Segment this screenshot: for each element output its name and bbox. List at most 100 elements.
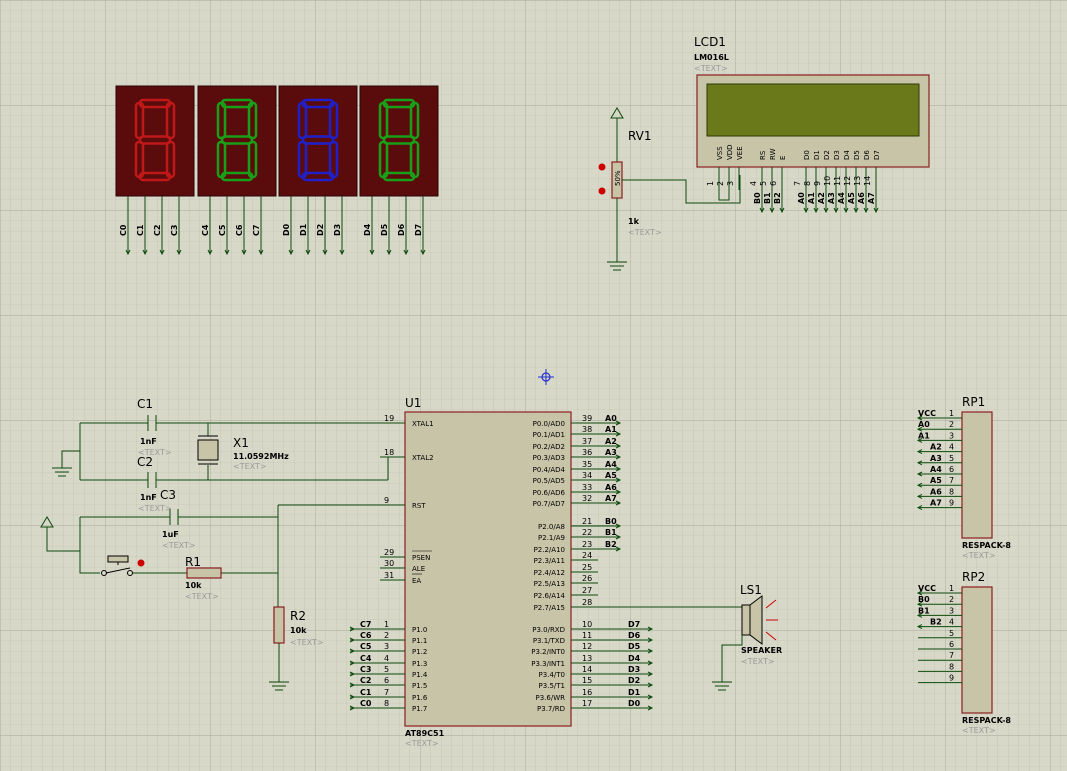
u1-pin-name: P2.2/A10 (534, 546, 565, 554)
u1-pin-name: P3.4/T0 (539, 671, 565, 679)
r2-text-placeholder: <TEXT> (290, 638, 324, 647)
u1-net-label: C0 (360, 699, 372, 708)
u1-pin-name: P2.7/A15 (534, 604, 565, 612)
ls1-model: SPEAKER (741, 646, 782, 655)
u1-pin-number: 9 (384, 496, 389, 505)
u1-pin-name: P0.7/AD7 (533, 500, 565, 508)
u1-net-label: D5 (628, 642, 641, 651)
rp2-ref: RP2 (962, 570, 985, 584)
u1-net-label: D3 (628, 665, 640, 674)
schematic-canvas[interactable]: C0 C1 C2 C3 C4 C5 C6 C7 D0 D1 D2 D3 D4 D5 D6 D7 LCD1 LM… (0, 0, 1067, 771)
u1-pin-number: 38 (582, 425, 592, 434)
pack-pin-number: 2 (949, 420, 954, 429)
rv1-down-indicator[interactable] (598, 187, 606, 195)
u1-net-label: C3 (360, 665, 371, 674)
pack-net-label: A3 (930, 454, 942, 463)
c2-text-placeholder: <TEXT> (138, 504, 172, 513)
seven-seg-pin-label: D5 (380, 223, 389, 236)
u1-ref: U1 (405, 396, 421, 410)
r1-value: 10k (185, 581, 202, 590)
u1-pin-number: 2 (384, 631, 389, 640)
u1-net-label: D4 (628, 654, 641, 663)
u1-net-label: A0 (605, 414, 617, 423)
pack-pin-number: 1 (949, 409, 954, 418)
u1-pin-number: 3 (384, 642, 389, 651)
u1-pin-number: 28 (582, 598, 592, 607)
u1-pin-name: P0.1/AD1 (533, 431, 565, 439)
lcd-net-label: B2 (773, 192, 782, 204)
lcd-pin-number: 1 (706, 181, 715, 186)
pack-pin-number: 7 (949, 651, 954, 660)
u1-pin-number: 25 (582, 563, 592, 572)
seven-seg-pin-label: D3 (333, 224, 342, 236)
pack-pin-number: 1 (949, 584, 954, 593)
u1-pin-name: PSEN (412, 554, 430, 562)
c3-text-placeholder: <TEXT> (162, 541, 196, 550)
seven-seg-pin-label: C5 (218, 224, 227, 236)
rp2-body (961, 586, 993, 714)
u1-pin-name: P2.0/A8 (538, 523, 565, 531)
lcd-pin-label: VEE (736, 146, 744, 160)
u1-pin-name: P0.0/AD0 (533, 420, 565, 428)
lcd-pin-label: D3 (833, 150, 841, 160)
u1-pin-number: 33 (582, 483, 592, 492)
u1-net-label: A3 (605, 448, 617, 457)
reset-button-indicator[interactable] (137, 559, 145, 567)
u1-pin-name: P1.2 (412, 648, 427, 656)
lcd-pin-number: 12 (843, 176, 852, 186)
lcd-pin-number: 13 (853, 176, 862, 186)
lcd-pin-number: 7 (793, 181, 802, 186)
u1-pin-number: 39 (582, 414, 592, 423)
seven-seg-pin-label: D0 (282, 223, 291, 236)
u1-pin-name: P3.6/WR (536, 694, 566, 702)
u1-pin-number: 8 (384, 699, 389, 708)
u1-pin-name: P3.3/INT1 (531, 660, 565, 668)
pack-pin-number: 3 (949, 606, 954, 615)
pack-pin-number: 5 (949, 454, 954, 463)
x1-ref: X1 (233, 436, 249, 450)
u1-pin-name: P1.6 (412, 694, 428, 702)
u1-net-label: C2 (360, 676, 371, 685)
rv1-up-indicator[interactable] (598, 163, 606, 171)
rp1-body (961, 411, 993, 539)
lcd-net-label: A7 (867, 192, 876, 204)
rp2-model: RESPACK-8 (962, 716, 1011, 725)
u1-pin-name: P1.1 (412, 637, 427, 645)
u1-pin-number: 30 (384, 559, 394, 568)
ls1-ref: LS1 (740, 583, 762, 597)
lcd-pin-label: RS (759, 150, 767, 160)
pack-net-label: A7 (930, 499, 942, 508)
lcd-net-label: A6 (857, 192, 866, 204)
u1-pin-name: P2.5/A13 (534, 580, 565, 588)
u1-pin-number: 16 (582, 688, 592, 697)
u1-pin-name: P0.5/AD5 (533, 477, 565, 485)
pack-net-label: A6 (930, 487, 942, 496)
pack-net-label: A5 (930, 476, 942, 485)
u1-net-label: C6 (360, 631, 372, 640)
u1-pin-number: 29 (384, 548, 394, 557)
u1-pin-number: 32 (582, 494, 592, 503)
u1-text-placeholder: <TEXT> (405, 739, 439, 748)
seven-seg-pin-label: D6 (397, 223, 406, 236)
u1-net-label: C7 (360, 620, 371, 629)
lcd-pin-number: 10 (823, 176, 832, 186)
pack-pin-number: 5 (949, 629, 954, 638)
u1-pin-name: XTAL1 (412, 420, 434, 428)
u1-net-label: A6 (605, 483, 617, 492)
pack-pin-number: 9 (949, 674, 954, 683)
ls1-text-placeholder: <TEXT> (741, 657, 775, 666)
u1-pin-name: EA (412, 577, 421, 585)
lcd-model: LM016L (694, 53, 729, 62)
rp1-ref: RP1 (962, 395, 985, 409)
u1-pin-name: P3.2/INT0 (531, 648, 565, 656)
u1-pin-number: 1 (384, 620, 389, 629)
u1-pin-number: 12 (582, 642, 592, 651)
lcd-pin-number: 2 (716, 181, 725, 186)
seven-seg-pin-label: C2 (153, 225, 162, 236)
u1-model: AT89C51 (405, 729, 445, 738)
lcd-pin-label: D7 (873, 150, 881, 160)
lcd-pin-number: 9 (813, 181, 822, 186)
lcd-pin-number: 11 (833, 176, 842, 186)
speaker-body (741, 604, 751, 636)
u1-net-label: D7 (628, 620, 640, 629)
